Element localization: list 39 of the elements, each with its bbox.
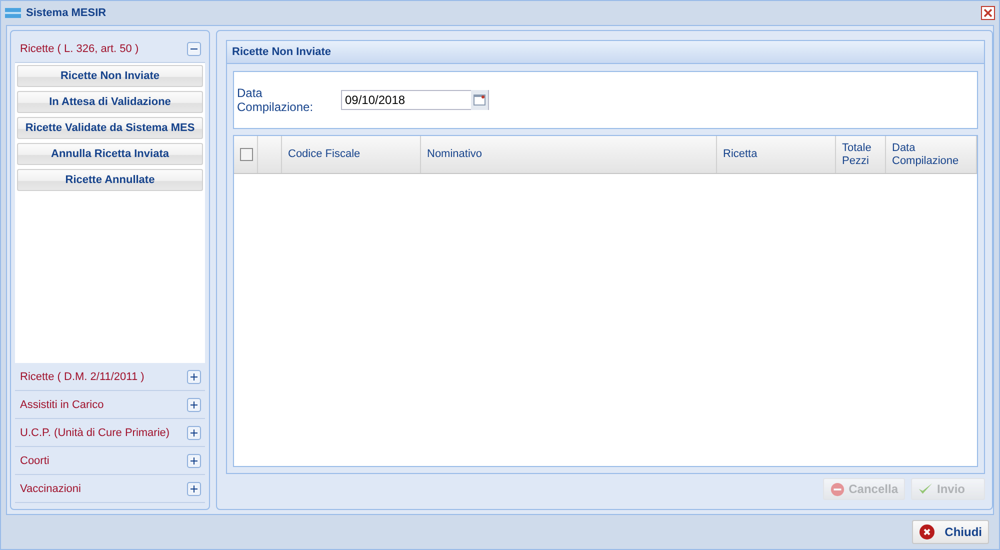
section-label: Ricette ( L. 326, art. 50 ) bbox=[20, 42, 139, 54]
nav-button[interactable]: Annulla Ricetta Inviata bbox=[17, 143, 203, 165]
date-field[interactable]: 09/10/2018 bbox=[341, 90, 489, 110]
close-icon bbox=[918, 524, 935, 540]
section-label: U.C.P. (Unità di Cure Primarie) bbox=[20, 426, 170, 438]
accordion-header[interactable]: Coorti bbox=[15, 447, 205, 475]
section-label: Vaccinazioni bbox=[20, 482, 81, 494]
nav-button[interactable]: In Attesa di Validazione bbox=[17, 91, 203, 113]
expand-icon[interactable] bbox=[187, 370, 201, 384]
section-label: Coorti bbox=[20, 454, 50, 466]
expand-icon[interactable] bbox=[187, 454, 201, 468]
accordion-header[interactable]: Ricette ( D.M. 2/11/2011 ) bbox=[15, 363, 205, 391]
section-label: Assistiti in Carico bbox=[20, 398, 104, 410]
column-header[interactable]: Data Compilazione bbox=[892, 142, 976, 168]
column-header[interactable]: Ricetta bbox=[723, 148, 758, 161]
accordion-header[interactable]: Assistiti in Carico bbox=[15, 391, 205, 419]
close-button[interactable]: Chiudi bbox=[912, 520, 989, 544]
cancel-icon bbox=[830, 482, 845, 496]
nav-button[interactable]: Ricette Validate da Sistema MES bbox=[17, 117, 203, 139]
collapse-icon[interactable] bbox=[187, 42, 201, 56]
column-header[interactable]: Nominativo bbox=[427, 148, 482, 161]
nav-button[interactable]: Ricette Annullate bbox=[17, 169, 203, 191]
expand-icon[interactable] bbox=[187, 426, 201, 440]
field-label: Data Compilazione: bbox=[237, 86, 314, 114]
window-title: Sistema MESIR bbox=[26, 7, 108, 19]
expand-icon[interactable] bbox=[187, 398, 201, 412]
checkbox[interactable] bbox=[240, 148, 253, 161]
panel-title: Ricette Non Inviate bbox=[227, 41, 984, 64]
calendar-icon[interactable] bbox=[471, 90, 488, 110]
accordion-header[interactable]: U.C.P. (Unità di Cure Primarie) bbox=[15, 419, 205, 447]
nav-button[interactable]: Ricette Non Inviate bbox=[17, 65, 203, 87]
close-icon[interactable] bbox=[981, 6, 995, 20]
window-icon bbox=[5, 8, 21, 18]
check-icon bbox=[918, 482, 933, 496]
accordion-header[interactable]: Vaccinazioni bbox=[15, 475, 205, 503]
column-header[interactable]: Totale Pezzi bbox=[842, 142, 885, 168]
section-label: Ricette ( D.M. 2/11/2011 ) bbox=[20, 370, 144, 382]
column-header[interactable]: Codice Fiscale bbox=[288, 148, 360, 161]
expand-icon[interactable] bbox=[187, 482, 201, 496]
